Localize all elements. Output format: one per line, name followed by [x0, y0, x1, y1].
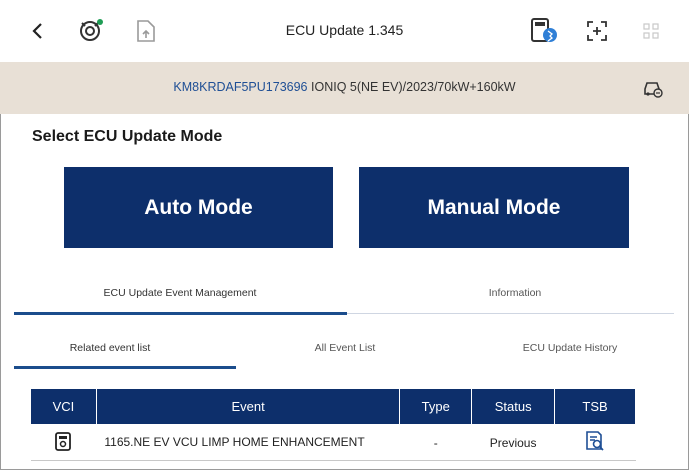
column-header-type: Type	[399, 388, 473, 425]
tsb-cell[interactable]	[554, 424, 636, 461]
vehicle-description: IONIQ 5(NE EV)/2023/70kW+160kW	[311, 80, 516, 94]
vci-cell	[30, 424, 97, 461]
vci-device-icon	[54, 430, 72, 455]
vehicle-settings-icon[interactable]	[641, 76, 665, 100]
column-header-status: Status	[471, 388, 556, 425]
column-header-tsb: TSB	[554, 388, 636, 425]
auto-mode-button[interactable]: Auto Mode	[64, 167, 333, 248]
table-header-row: VCI Event Type Status TSB	[30, 388, 636, 425]
status-cell: Previous	[471, 424, 555, 461]
manual-mode-button[interactable]: Manual Mode	[359, 167, 629, 248]
column-header-vci: VCI	[30, 388, 97, 425]
menu-grid-icon[interactable]	[641, 20, 661, 42]
event-cell: 1165.NE EV VCU LIMP HOME ENHANCEMENT	[96, 424, 400, 461]
type-cell: -	[399, 424, 472, 461]
table-row[interactable]: 1165.NE EV VCU LIMP HOME ENHANCEMENT - P…	[30, 424, 636, 461]
tab-ecu-update-history[interactable]: ECU Update History	[490, 342, 650, 354]
vehicle-info-text: KM8KRDAF5PU173696 IONIQ 5(NE EV)/2023/70…	[0, 80, 689, 94]
tab-related-event-list[interactable]: Related event list	[30, 342, 190, 354]
expand-icon[interactable]	[584, 18, 610, 44]
tab-information[interactable]: Information	[365, 287, 665, 299]
mode-section-title: Select ECU Update Mode	[32, 128, 223, 145]
column-header-event: Event	[95, 388, 401, 425]
vehicle-info-bar: KM8KRDAF5PU173696 IONIQ 5(NE EV)/2023/70…	[0, 62, 689, 114]
event-table: VCI Event Type Status TSB 1165.NE EV VCU…	[30, 388, 636, 461]
tsb-document-search-icon[interactable]	[584, 430, 606, 455]
vehicle-vin: KM8KRDAF5PU173696	[173, 80, 308, 94]
top-bar: ECU Update 1.345	[0, 0, 689, 62]
tab-ecu-update-event-management[interactable]: ECU Update Event Management	[30, 287, 330, 299]
vci-bluetooth-icon[interactable]	[527, 14, 561, 46]
primary-tab-active-indicator	[14, 312, 347, 315]
tab-all-event-list[interactable]: All Event List	[265, 342, 425, 354]
secondary-tab-active-indicator	[14, 366, 236, 369]
